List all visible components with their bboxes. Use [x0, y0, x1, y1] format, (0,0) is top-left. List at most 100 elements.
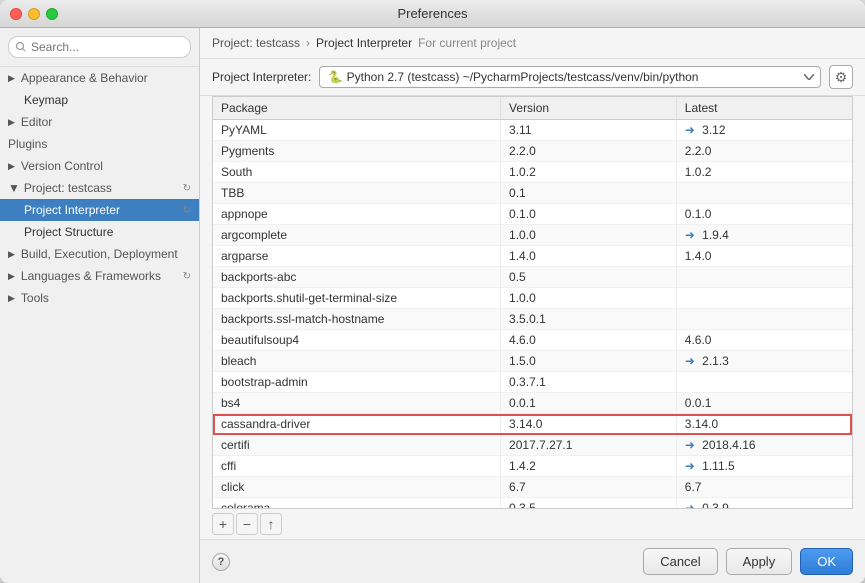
package-name: bs4 [213, 393, 501, 414]
package-latest: 2.2.0 [676, 141, 852, 162]
sidebar-item-tools[interactable]: Tools [0, 287, 199, 309]
right-panel: Project: testcass › Project Interpreter … [200, 28, 865, 583]
table-row[interactable]: cassandra-driver3.14.03.14.0 [213, 414, 852, 435]
sidebar-item-label: Project: testcass [24, 181, 112, 195]
package-version: 2.2.0 [501, 141, 677, 162]
package-version: 2017.7.27.1 [501, 435, 677, 456]
main-content: Appearance & Behavior Keymap Editor Plug… [0, 28, 865, 583]
package-name: click [213, 477, 501, 498]
titlebar: Preferences [0, 0, 865, 28]
package-name: TBB [213, 183, 501, 204]
table-row[interactable]: bs40.0.10.0.1 [213, 393, 852, 414]
package-name: bleach [213, 351, 501, 372]
minimize-button[interactable] [28, 8, 40, 20]
interpreter-bar: Project Interpreter: 🐍 Python 2.7 (testc… [200, 59, 865, 96]
ok-button[interactable]: OK [800, 548, 853, 575]
maximize-button[interactable] [46, 8, 58, 20]
table-row[interactable]: appnope0.1.00.1.0 [213, 204, 852, 225]
package-version: 1.0.2 [501, 162, 677, 183]
table-row[interactable]: backports.ssl-match-hostname3.5.0.1 [213, 309, 852, 330]
help-button[interactable]: ? [212, 553, 230, 571]
table-header-row: Package Version Latest [213, 97, 852, 120]
interpreter-label: Project Interpreter: [212, 70, 311, 84]
package-version: 1.4.2 [501, 456, 677, 477]
sidebar-item-editor[interactable]: Editor [0, 111, 199, 133]
package-latest: 1.0.2 [676, 162, 852, 183]
window-title: Preferences [397, 6, 467, 21]
table-row[interactable]: South1.0.21.0.2 [213, 162, 852, 183]
package-name: argparse [213, 246, 501, 267]
package-latest [676, 267, 852, 288]
table-row[interactable]: cffi1.4.2➜ 1.11.5 [213, 456, 852, 477]
package-version: 3.11 [501, 120, 677, 141]
package-version: 0.1 [501, 183, 677, 204]
sidebar-item-version-control[interactable]: Version Control [0, 155, 199, 177]
package-name: PyYAML [213, 120, 501, 141]
package-latest [676, 372, 852, 393]
close-button[interactable] [10, 8, 22, 20]
sidebar-item-project-interpreter[interactable]: Project Interpreter ↻ [0, 199, 199, 221]
package-latest: ➜ 2018.4.16 [676, 435, 852, 456]
table-row[interactable]: bootstrap-admin0.3.7.1 [213, 372, 852, 393]
package-latest [676, 309, 852, 330]
package-latest: 0.1.0 [676, 204, 852, 225]
sidebar-item-build[interactable]: Build, Execution, Deployment [0, 243, 199, 265]
package-version: 4.6.0 [501, 330, 677, 351]
table-row[interactable]: backports.shutil-get-terminal-size1.0.0 [213, 288, 852, 309]
help-container: ? [212, 553, 230, 571]
col-version: Version [501, 97, 677, 120]
sidebar-item-project[interactable]: Project: testcass ↻ [0, 177, 199, 199]
search-input[interactable] [8, 36, 191, 58]
package-version: 3.5.0.1 [501, 309, 677, 330]
package-name: cffi [213, 456, 501, 477]
sync-icon: ↻ [183, 205, 191, 216]
package-version: 1.4.0 [501, 246, 677, 267]
interpreter-select[interactable]: 🐍 Python 2.7 (testcass) ~/PycharmProject… [319, 66, 821, 88]
sidebar-item-keymap[interactable]: Keymap [0, 89, 199, 111]
package-name: certifi [213, 435, 501, 456]
table-row[interactable]: click6.76.7 [213, 477, 852, 498]
package-name: colorama [213, 498, 501, 510]
remove-package-button[interactable]: − [236, 513, 258, 535]
sync-icon: ↻ [183, 183, 191, 194]
sidebar-item-languages[interactable]: Languages & Frameworks ↻ [0, 265, 199, 287]
table-row[interactable]: bleach1.5.0➜ 2.1.3 [213, 351, 852, 372]
table-row[interactable]: beautifulsoup44.6.04.6.0 [213, 330, 852, 351]
add-package-button[interactable]: + [212, 513, 234, 535]
package-latest: ➜ 2.1.3 [676, 351, 852, 372]
table-row[interactable]: TBB0.1 [213, 183, 852, 204]
cancel-button[interactable]: Cancel [643, 548, 717, 575]
package-name: Pygments [213, 141, 501, 162]
packages-list: Package Version Latest PyYAML3.11➜ 3.12P… [213, 97, 852, 509]
package-version: 0.1.0 [501, 204, 677, 225]
package-latest: 1.4.0 [676, 246, 852, 267]
sidebar-item-label: Tools [21, 291, 49, 305]
sidebar-item-label: Appearance & Behavior [21, 71, 148, 85]
package-latest [676, 288, 852, 309]
sidebar-item-plugins[interactable]: Plugins [0, 133, 199, 155]
package-name: bootstrap-admin [213, 372, 501, 393]
package-version: 6.7 [501, 477, 677, 498]
sidebar-item-project-structure[interactable]: Project Structure [0, 221, 199, 243]
apply-button[interactable]: Apply [726, 548, 793, 575]
package-name: cassandra-driver [213, 414, 501, 435]
col-package: Package [213, 97, 501, 120]
package-name: beautifulsoup4 [213, 330, 501, 351]
table-row[interactable]: backports-abc0.5 [213, 267, 852, 288]
gear-button[interactable]: ⚙ [829, 65, 853, 89]
upgrade-package-button[interactable]: ↑ [260, 513, 282, 535]
sidebar-item-label: Version Control [21, 159, 103, 173]
table-row[interactable]: Pygments2.2.02.2.0 [213, 141, 852, 162]
breadcrumb-for-project: For current project [418, 36, 516, 50]
package-name: backports.shutil-get-terminal-size [213, 288, 501, 309]
table-row[interactable]: certifi2017.7.27.1➜ 2018.4.16 [213, 435, 852, 456]
package-version: 1.0.0 [501, 225, 677, 246]
table-row[interactable]: colorama0.3.5➜ 0.3.9 [213, 498, 852, 510]
col-latest: Latest [676, 97, 852, 120]
sidebar-item-appearance[interactable]: Appearance & Behavior [0, 67, 199, 89]
table-row[interactable]: PyYAML3.11➜ 3.12 [213, 120, 852, 141]
preferences-window: Preferences Appearance & Behavior Keymap… [0, 0, 865, 583]
table-row[interactable]: argcomplete1.0.0➜ 1.9.4 [213, 225, 852, 246]
table-row[interactable]: argparse1.4.01.4.0 [213, 246, 852, 267]
breadcrumb-current: Project Interpreter [316, 36, 412, 50]
